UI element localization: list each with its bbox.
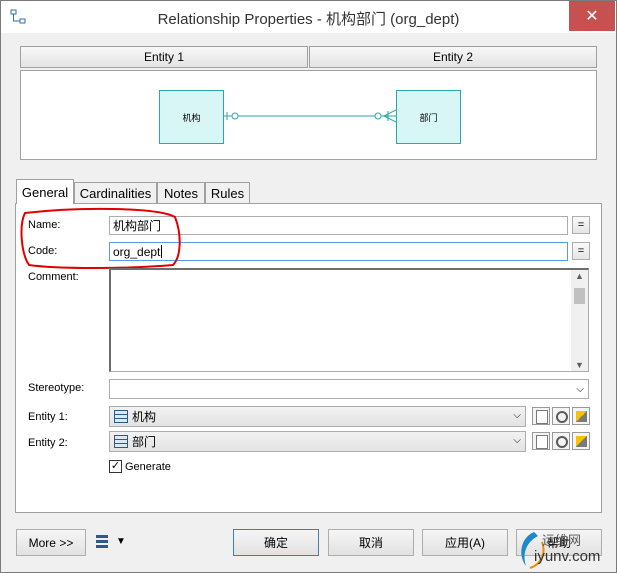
entity1-select[interactable]: 机构 ⌵ bbox=[109, 406, 526, 427]
ok-button[interactable]: 确定 bbox=[233, 529, 319, 556]
tab-cardinalities-label: Cardinalities bbox=[79, 185, 152, 201]
watermark-text-2: iyunv.com bbox=[534, 548, 601, 565]
close-button[interactable]: ✕ bbox=[569, 1, 615, 31]
entity2-properties-button[interactable] bbox=[572, 432, 590, 450]
new-icon bbox=[536, 435, 548, 449]
entity1-properties-button[interactable] bbox=[572, 407, 590, 425]
window-title: Relationship Properties - 机构部门 (org_dept… bbox=[157, 11, 460, 28]
title-bar[interactable]: Relationship Properties - 机构部门 (org_dept… bbox=[1, 1, 616, 33]
relationship-line bbox=[223, 109, 396, 123]
generate-label: Generate bbox=[125, 461, 171, 473]
watermark-text-1: 运维网 bbox=[542, 533, 582, 548]
entity1-header-button[interactable]: Entity 1 bbox=[20, 46, 308, 68]
entity2-new-button[interactable] bbox=[532, 432, 550, 450]
browse-icon bbox=[556, 436, 568, 448]
tab-rules-label: Rules bbox=[210, 185, 245, 201]
checkmark-icon: ✓ bbox=[110, 460, 121, 472]
properties-icon bbox=[576, 436, 587, 447]
entity2-table-icon bbox=[114, 435, 128, 448]
name-equals-glyph: = bbox=[577, 219, 585, 231]
apply-button[interactable]: 应用(A) bbox=[422, 529, 508, 556]
tab-general-label: General bbox=[21, 184, 69, 200]
entity2-select[interactable]: 部门 ⌵ bbox=[109, 431, 526, 452]
relationship-diagram: 机构 部门 bbox=[20, 70, 597, 160]
entity1-browse-button[interactable] bbox=[552, 407, 570, 425]
menu-list-icon[interactable] bbox=[96, 535, 108, 549]
entity1-header-label: Entity 1 bbox=[143, 50, 185, 64]
more-button-label: More >> bbox=[28, 535, 74, 550]
menu-dropdown-arrow-icon[interactable]: ▼ bbox=[116, 536, 126, 547]
tab-notes-label: Notes bbox=[164, 185, 198, 201]
dialog-window: Relationship Properties - 机构部门 (org_dept… bbox=[0, 0, 617, 573]
comment-label: Comment: bbox=[28, 271, 79, 283]
entity1-select-value: 机构 bbox=[132, 410, 157, 424]
entity2-header-button[interactable]: Entity 2 bbox=[309, 46, 597, 68]
tab-general[interactable]: General bbox=[16, 179, 74, 204]
entity2-symbol-label: 部门 bbox=[419, 112, 438, 123]
more-button[interactable]: More >> bbox=[16, 529, 86, 556]
code-equals-glyph: = bbox=[577, 245, 585, 257]
entity1-new-button[interactable] bbox=[532, 407, 550, 425]
entity1-chevron-down-icon: ⌵ bbox=[513, 410, 521, 421]
cancel-button-label: 取消 bbox=[358, 536, 383, 550]
entity2-select-value: 部门 bbox=[132, 435, 157, 449]
generate-checkbox[interactable]: ✓ bbox=[109, 460, 122, 473]
apply-button-label: 应用(A) bbox=[445, 536, 485, 550]
stereotype-chevron-down-icon: ⌵ bbox=[576, 383, 584, 395]
scroll-up-icon[interactable]: ▲ bbox=[575, 271, 584, 281]
entity1-symbol: 机构 bbox=[159, 90, 224, 144]
scroll-down-icon[interactable]: ▼ bbox=[575, 360, 584, 370]
cancel-button[interactable]: 取消 bbox=[328, 529, 414, 556]
properties-icon bbox=[576, 411, 587, 422]
entity2-label: Entity 2: bbox=[28, 437, 68, 449]
close-icon: ✕ bbox=[585, 8, 599, 25]
new-icon bbox=[536, 410, 548, 424]
tab-notes[interactable]: Notes bbox=[157, 182, 205, 203]
entity2-chevron-down-icon: ⌵ bbox=[513, 435, 521, 446]
watermark: 运维网 iyunv.com bbox=[516, 528, 616, 572]
entity1-symbol-label: 机构 bbox=[182, 112, 201, 123]
red-highlight-annotation bbox=[20, 207, 181, 269]
ok-button-label: 确定 bbox=[263, 536, 288, 550]
stereotype-combo[interactable]: ⌵ bbox=[109, 379, 589, 399]
comment-textarea[interactable]: ▲ ▼ bbox=[109, 268, 589, 372]
entity2-header-label: Entity 2 bbox=[432, 50, 474, 64]
code-equals-button[interactable]: = bbox=[572, 242, 590, 260]
entity1-table-icon bbox=[114, 410, 128, 423]
entity2-browse-button[interactable] bbox=[552, 432, 570, 450]
comment-scrollbar[interactable]: ▲ ▼ bbox=[571, 270, 588, 371]
entity1-label: Entity 1: bbox=[28, 411, 68, 423]
stereotype-label: Stereotype: bbox=[28, 382, 85, 394]
name-equals-button[interactable]: = bbox=[572, 216, 590, 234]
entity2-symbol: 部门 bbox=[396, 90, 461, 144]
browse-icon bbox=[556, 411, 568, 423]
tab-rules[interactable]: Rules bbox=[205, 182, 250, 203]
tab-cardinalities[interactable]: Cardinalities bbox=[74, 182, 157, 203]
scroll-thumb[interactable] bbox=[574, 288, 585, 304]
